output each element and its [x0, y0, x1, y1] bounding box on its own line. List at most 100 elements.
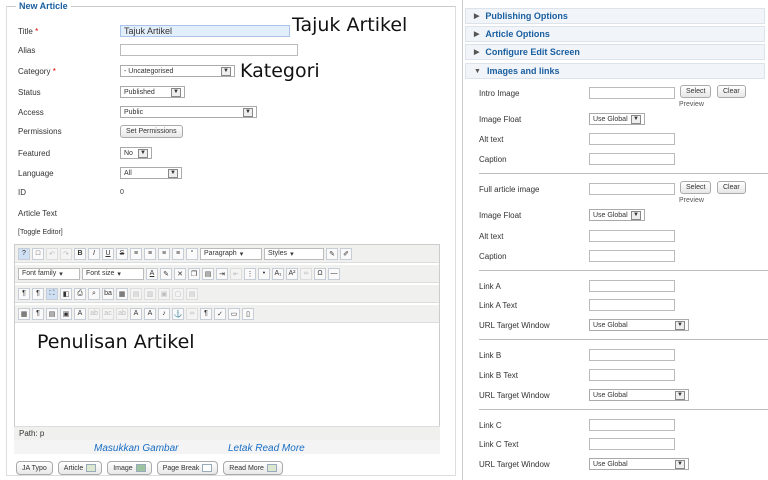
link-c-target-select[interactable]: Use Global ▼: [589, 458, 689, 470]
spellcheck-icon[interactable]: ✓: [214, 307, 226, 320]
align-center-icon[interactable]: ≡: [144, 247, 156, 260]
bullet-list-icon[interactable]: •: [258, 267, 270, 280]
subscript-icon[interactable]: A₁: [272, 267, 284, 280]
intro-image-select-button[interactable]: Select: [680, 85, 712, 98]
styles-select[interactable]: Styles ▾: [264, 247, 324, 260]
print-icon[interactable]: ⎙: [74, 287, 86, 300]
intro-image-float-select[interactable]: Use Global ▼: [589, 113, 645, 125]
link-a-input[interactable]: [589, 280, 675, 292]
pilcrow-icon[interactable]: ¶: [32, 307, 44, 320]
article-button[interactable]: Article: [57, 461, 103, 475]
table-row-icon[interactable]: ▤: [130, 287, 142, 300]
outdent-icon[interactable]: ⇤: [230, 267, 242, 280]
omega-icon[interactable]: Ω: [314, 267, 326, 280]
intro-image-input[interactable]: [589, 87, 675, 99]
editor-content-area[interactable]: Penulisan Artikel: [15, 325, 439, 429]
table-col-icon[interactable]: ▥: [144, 287, 156, 300]
media-icon[interactable]: ♪: [158, 307, 170, 320]
cleanup-icon[interactable]: ✐: [340, 247, 352, 260]
toggle-editor-link[interactable]: [Toggle Editor]: [18, 229, 63, 236]
paragraph-select[interactable]: Paragraph ▾: [200, 247, 262, 260]
cite-icon[interactable]: A: [74, 307, 86, 320]
paste-icon[interactable]: ▤: [202, 267, 214, 280]
intro-caption-input[interactable]: [589, 153, 675, 165]
visualaid-icon[interactable]: ▭: [228, 307, 240, 320]
ordered-list-icon[interactable]: ⋮: [244, 267, 256, 280]
attribs-icon[interactable]: A: [144, 307, 156, 320]
full-image-select-button[interactable]: Select: [680, 181, 712, 194]
preview-icon[interactable]: ◧: [60, 287, 72, 300]
alias-input[interactable]: [120, 44, 298, 56]
underline-icon[interactable]: U: [102, 247, 114, 260]
table-icon[interactable]: ▦: [116, 287, 128, 300]
cut-icon[interactable]: ✕: [174, 267, 186, 280]
rtl-icon[interactable]: ¶: [32, 287, 44, 300]
superscript-icon[interactable]: A²: [286, 267, 298, 280]
undo-icon[interactable]: ↶: [46, 247, 58, 260]
accordion-publishing-options[interactable]: ▶ Publishing Options: [465, 8, 765, 24]
ja-typo-button[interactable]: JA Typo: [16, 461, 53, 475]
full-image-float-select[interactable]: Use Global ▼: [589, 209, 645, 221]
highlight-icon[interactable]: ✎: [160, 267, 172, 280]
table-merge-icon[interactable]: ▣: [158, 287, 170, 300]
align-right-icon[interactable]: ≡: [158, 247, 170, 260]
title-input[interactable]: Tajuk Artikel: [120, 25, 290, 37]
accordion-article-options[interactable]: ▶ Article Options: [465, 26, 765, 42]
link-b-target-select[interactable]: Use Global ▼: [589, 389, 689, 401]
insert-icon[interactable]: A: [130, 307, 142, 320]
replace-icon[interactable]: ba: [102, 287, 114, 300]
acronym-icon[interactable]: ac: [102, 307, 114, 320]
intro-image-clear-button[interactable]: Clear: [717, 85, 746, 98]
link-a-text-input[interactable]: [589, 299, 675, 311]
read-more-button[interactable]: Read More: [223, 461, 283, 475]
table-delete-icon[interactable]: ▤: [186, 287, 198, 300]
status-select[interactable]: Published ▼: [120, 86, 185, 98]
intro-alt-text-input[interactable]: [589, 133, 675, 145]
align-justify-icon[interactable]: ≡: [172, 247, 184, 260]
visualchars-icon[interactable]: ¶: [200, 307, 212, 320]
indent-icon[interactable]: ⇥: [216, 267, 228, 280]
link-c-input[interactable]: [589, 419, 675, 431]
full-alt-text-input[interactable]: [589, 230, 675, 242]
page-break-button[interactable]: Page Break: [156, 461, 219, 475]
layer-icon[interactable]: ▦: [18, 307, 30, 320]
redo-icon[interactable]: ↷: [60, 247, 72, 260]
italic-icon[interactable]: I: [88, 247, 100, 260]
full-image-input[interactable]: [589, 183, 675, 195]
featured-select[interactable]: No ▼: [120, 147, 152, 159]
anchor-icon[interactable]: ⚓: [172, 307, 184, 320]
blockquote-icon[interactable]: “: [186, 247, 198, 260]
horizontal-rule-icon[interactable]: —: [328, 267, 340, 280]
eraser-icon[interactable]: ✎: [326, 247, 338, 260]
full-image-clear-button[interactable]: Clear: [717, 181, 746, 194]
full-caption-input[interactable]: [589, 250, 675, 262]
align-left-icon[interactable]: ≡: [130, 247, 142, 260]
text-color-icon[interactable]: A: [146, 267, 158, 280]
abbr-icon[interactable]: ab: [88, 307, 100, 320]
link-c-text-input[interactable]: [589, 438, 675, 450]
del-icon[interactable]: ab: [116, 307, 128, 320]
fullscreen-icon[interactable]: ⛶: [46, 287, 58, 300]
ltr-icon[interactable]: ¶: [18, 287, 30, 300]
link-icon[interactable]: ∞: [300, 267, 312, 280]
image-button[interactable]: Image: [107, 461, 152, 475]
image-icon[interactable]: ▣: [60, 307, 72, 320]
new-document-icon[interactable]: □: [32, 247, 44, 260]
nonbreaking-icon[interactable]: ∞: [186, 307, 198, 320]
strikethrough-icon[interactable]: S: [116, 247, 128, 260]
find-icon[interactable]: ⌕: [88, 287, 100, 300]
access-select[interactable]: Public ▼: [120, 106, 257, 118]
code-icon[interactable]: ▯: [242, 307, 254, 320]
font-size-select[interactable]: Font size ▾: [82, 267, 144, 280]
set-permissions-button[interactable]: Set Permissions: [120, 124, 183, 138]
link-b-input[interactable]: [589, 349, 675, 361]
link-b-text-input[interactable]: [589, 369, 675, 381]
accordion-configure-edit-screen[interactable]: ▶ Configure Edit Screen: [465, 44, 765, 60]
language-select[interactable]: All ▼: [120, 167, 182, 179]
link-a-target-select[interactable]: Use Global ▼: [589, 319, 689, 331]
bold-icon[interactable]: B: [74, 247, 86, 260]
help-icon[interactable]: ?: [18, 247, 30, 260]
table-split-icon[interactable]: ▢: [172, 287, 184, 300]
category-select[interactable]: - Uncategorised ▼: [120, 65, 235, 77]
accordion-images-and-links[interactable]: ▼ Images and links: [465, 63, 765, 79]
